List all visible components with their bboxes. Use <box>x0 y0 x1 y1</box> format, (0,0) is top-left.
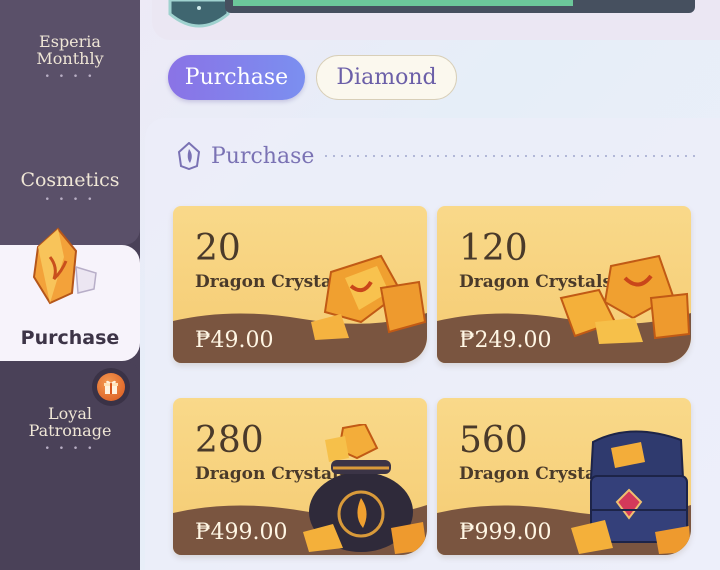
product-price: ₱249.00 <box>459 328 552 353</box>
sidebar-item-dots: • • • • <box>44 443 96 454</box>
dragon-crystal-icon <box>32 227 97 305</box>
sidebar-item-label: Esperia Monthly <box>36 32 104 68</box>
section-divider <box>322 155 697 157</box>
crystal-bag-icon <box>303 424 427 554</box>
sidebar-item-dots: • • • • <box>44 194 96 205</box>
sidebar-item-label: Loyal Patronage <box>28 404 112 440</box>
sidebar-item-purchase[interactable]: Purchase <box>0 227 140 361</box>
product-card[interactable]: 280 Dragon Crystals ₱499.00 <box>173 398 427 555</box>
product-card[interactable]: 120 Dragon Crystals ₱249.00 <box>437 206 691 363</box>
sidebar-item-label: Purchase <box>20 327 120 350</box>
dragon-crystal-pile-icon <box>559 254 691 344</box>
sidebar-item-cosmetics[interactable]: Cosmetics • • • • <box>0 166 140 210</box>
section-header: Purchase <box>177 140 314 172</box>
product-card[interactable]: 20 Dragon Crystals ₱49.00 <box>173 206 427 363</box>
product-amount: 560 <box>459 420 528 461</box>
progress-bar-fill <box>233 0 573 6</box>
treasure-chest-icon <box>571 430 691 554</box>
emblem-icon <box>168 0 230 28</box>
tab-purchase[interactable]: Purchase <box>168 55 305 100</box>
product-amount: 20 <box>195 228 241 269</box>
product-card[interactable]: 560 Dragon Crystals ₱999.00 <box>437 398 691 555</box>
product-price: ₱999.00 <box>459 520 552 545</box>
sidebar-item-label: Cosmetics <box>20 169 120 192</box>
progress-bar <box>225 0 695 13</box>
product-price: ₱49.00 <box>195 328 274 353</box>
sidebar-item-dots: • • • • <box>44 71 96 82</box>
product-amount: 280 <box>195 420 264 461</box>
section-title: Purchase <box>211 143 315 169</box>
sidebar-item-loyal-patronage[interactable]: Loyal Patronage • • • • <box>0 405 140 455</box>
gift-box-icon <box>104 380 118 394</box>
sidebar: Esperia Monthly • • • • Cosmetics • • • … <box>0 0 140 570</box>
flame-crystal-icon <box>177 142 201 170</box>
sidebar-item-esperia-monthly[interactable]: Esperia Monthly • • • • <box>0 28 140 88</box>
gift-icon[interactable] <box>92 368 130 406</box>
tab-diamond[interactable]: Diamond <box>316 55 457 100</box>
product-price: ₱499.00 <box>195 520 288 545</box>
dragon-crystal-small-icon <box>311 254 427 340</box>
product-amount: 120 <box>459 228 528 269</box>
